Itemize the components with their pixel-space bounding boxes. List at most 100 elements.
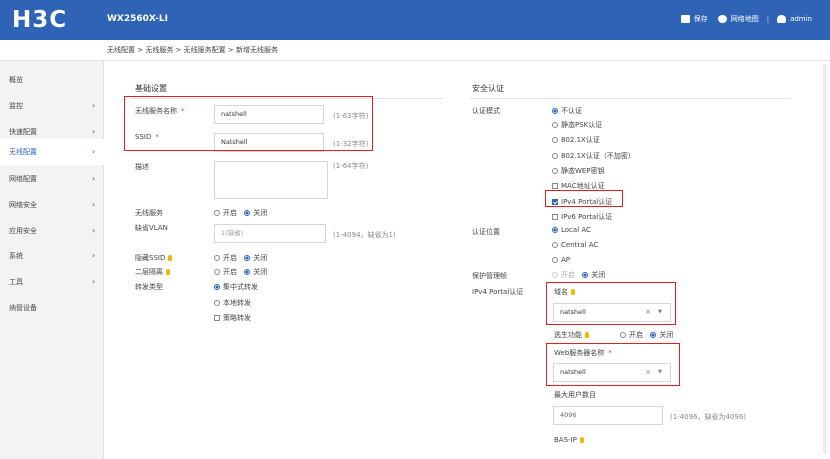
sidebar-item-network-config[interactable]: 网络配置 › bbox=[0, 166, 104, 192]
chevron-right-icon: › bbox=[92, 101, 96, 110]
chevron-right-icon: › bbox=[92, 251, 96, 260]
mgmt-frame-radio-group: 开启 关闭 bbox=[552, 270, 605, 280]
save-button[interactable]: 保存 bbox=[694, 14, 708, 24]
sidebar-item-tools[interactable]: 工具 › bbox=[0, 269, 104, 295]
auth-ipv6-portal-checkbox[interactable] bbox=[552, 214, 558, 220]
hide-ssid-off-radio[interactable] bbox=[244, 255, 251, 261]
max-users-input[interactable]: 4096 bbox=[553, 406, 663, 425]
chevron-right-icon: › bbox=[92, 200, 96, 209]
basic-settings-title: 基础设置 bbox=[135, 84, 167, 93]
auth-location-local-radio[interactable] bbox=[552, 227, 558, 233]
hide-ssid-on-radio[interactable] bbox=[214, 255, 220, 261]
auth-dot1x-noenc-option[interactable]: 802.1X认证（不加密） bbox=[552, 151, 635, 161]
chevron-right-icon: › bbox=[92, 277, 96, 286]
bas-ip-label: BAS-IP bbox=[554, 436, 584, 444]
tip-icon[interactable] bbox=[166, 269, 170, 275]
max-users-hint: (1-4096，缺省为4096) bbox=[670, 413, 747, 421]
forward-type-label: 转发类型 bbox=[135, 283, 163, 291]
sidebar: 概览 监控 › 快速配置 › 无线配置 › 网络配置 › 网络安全 › 应用安全 › 系统 ›… bbox=[0, 61, 104, 459]
escape-on-radio[interactable] bbox=[620, 332, 626, 338]
forward-central-radio[interactable] bbox=[214, 284, 220, 290]
l2-isolation-off-radio[interactable] bbox=[244, 269, 251, 275]
sidebar-item-monitor[interactable]: 监控 › bbox=[0, 93, 104, 119]
default-vlan-hint: (1-4094，缺省为1) bbox=[333, 231, 396, 239]
mgmt-frame-off-radio[interactable] bbox=[582, 272, 589, 278]
escape-label: 逃生功能 bbox=[554, 330, 589, 340]
chevron-right-icon: › bbox=[92, 147, 96, 156]
service-off-radio[interactable] bbox=[244, 210, 251, 216]
auth-none-radio[interactable] bbox=[552, 108, 558, 114]
auth-static-wep-radio[interactable] bbox=[552, 168, 558, 174]
hide-ssid-label: 隐藏SSID bbox=[135, 253, 173, 263]
h3c-logo: H3C bbox=[12, 7, 68, 33]
auth-static-psk-option[interactable]: 静态PSK认证 bbox=[552, 120, 602, 130]
tip-icon[interactable] bbox=[579, 437, 584, 443]
save-icon[interactable] bbox=[680, 15, 690, 23]
wireless-service-radio-group: 开启 关闭 bbox=[214, 208, 267, 218]
auth-dot1x-radio[interactable] bbox=[552, 137, 558, 143]
auth-location-ap-radio[interactable] bbox=[552, 257, 558, 263]
escape-radio-group: 开启 关闭 bbox=[620, 330, 673, 340]
l2-isolation-radio-group: 开启 关闭 bbox=[214, 267, 267, 277]
mgmt-frame-label: 保护管理帧 bbox=[472, 272, 507, 280]
highlight-web-server bbox=[546, 343, 680, 386]
header-divider: | bbox=[766, 15, 770, 23]
device-model: WX2560X-LI bbox=[107, 14, 168, 24]
highlight-basic-names bbox=[124, 96, 373, 151]
l2-isolation-label: 二层隔离 bbox=[135, 267, 170, 277]
chevron-right-icon: › bbox=[92, 226, 96, 235]
header-divider-line bbox=[0, 60, 830, 61]
escape-off-radio[interactable] bbox=[650, 332, 657, 338]
auth-mode-label: 认证模式 bbox=[472, 107, 500, 115]
security-auth-title: 安全认证 bbox=[472, 84, 504, 93]
auth-location-label: 认证位置 bbox=[472, 228, 500, 236]
default-vlan-label: 缺省VLAN bbox=[135, 224, 168, 232]
description-hint: (1-64字符) bbox=[333, 162, 369, 170]
hide-ssid-radio-group: 开启 关闭 bbox=[214, 253, 267, 263]
mgmt-frame-on-radio[interactable] bbox=[552, 272, 558, 278]
auth-mac-checkbox[interactable] bbox=[552, 183, 558, 189]
sidebar-item-app-security[interactable]: 应用安全 › bbox=[0, 218, 104, 244]
breadcrumb: 无线配置 > 无线服务 > 无线服务配置 > 新增无线服务 bbox=[107, 46, 278, 54]
network-map-icon[interactable] bbox=[717, 15, 727, 23]
user-icon[interactable] bbox=[777, 15, 787, 23]
forward-policy-option[interactable]: 策略转发 bbox=[214, 313, 251, 323]
description-label: 描述 bbox=[135, 163, 149, 171]
chevron-right-icon: › bbox=[92, 174, 96, 183]
auth-ipv6-portal-option[interactable]: IPv6 Portal认证 bbox=[552, 212, 612, 222]
service-on-radio[interactable] bbox=[214, 210, 220, 216]
auth-none-option[interactable]: 不认证 bbox=[552, 106, 582, 116]
sidebar-item-system[interactable]: 系统 › bbox=[0, 243, 104, 269]
auth-location-ap-option[interactable]: AP bbox=[552, 256, 570, 264]
network-map-button[interactable]: 网络地图 bbox=[731, 14, 759, 24]
sidebar-item-wireless-config[interactable]: 无线配置 › bbox=[0, 139, 104, 165]
sidebar-item-overview[interactable]: 概览 bbox=[0, 67, 104, 93]
auth-dot1x-noenc-radio[interactable] bbox=[552, 153, 558, 159]
security-auth-divider bbox=[470, 98, 790, 99]
top-actions: 保存 网络地图 | admin bbox=[680, 14, 812, 24]
auth-static-wep-option[interactable]: 静态WEP密钥 bbox=[552, 166, 605, 176]
forward-central-option[interactable]: 集中式转发 bbox=[214, 282, 258, 292]
auth-location-central-option[interactable]: Central AC bbox=[552, 241, 598, 249]
l2-isolation-on-radio[interactable] bbox=[214, 269, 220, 275]
auth-dot1x-option[interactable]: 802.1X认证 bbox=[552, 135, 600, 145]
ipv4-portal-label: IPv4 Portal认证 bbox=[472, 288, 524, 296]
sidebar-item-managed-devices[interactable]: 纳管设备 bbox=[0, 295, 104, 321]
description-textarea[interactable] bbox=[214, 161, 328, 199]
auth-static-psk-radio[interactable] bbox=[552, 122, 558, 128]
user-name[interactable]: admin bbox=[790, 15, 812, 23]
forward-policy-checkbox[interactable] bbox=[214, 315, 220, 321]
forward-local-option[interactable]: 本地转发 bbox=[214, 298, 251, 308]
default-vlan-input[interactable]: 1(缺省) bbox=[214, 224, 326, 243]
highlight-domain bbox=[546, 282, 676, 325]
forward-local-radio[interactable] bbox=[214, 300, 220, 306]
sidebar-item-network-security[interactable]: 网络安全 › bbox=[0, 192, 104, 218]
tip-icon[interactable] bbox=[585, 332, 589, 338]
auth-location-local-option[interactable]: Local AC bbox=[552, 226, 591, 234]
page-scrollbar[interactable] bbox=[823, 64, 827, 454]
highlight-ipv4-portal bbox=[545, 190, 623, 207]
wireless-service-label: 无线服务 bbox=[135, 209, 163, 217]
max-users-label: 最大用户数目 bbox=[554, 391, 596, 399]
tip-icon[interactable] bbox=[168, 255, 173, 261]
auth-location-central-radio[interactable] bbox=[552, 242, 558, 248]
